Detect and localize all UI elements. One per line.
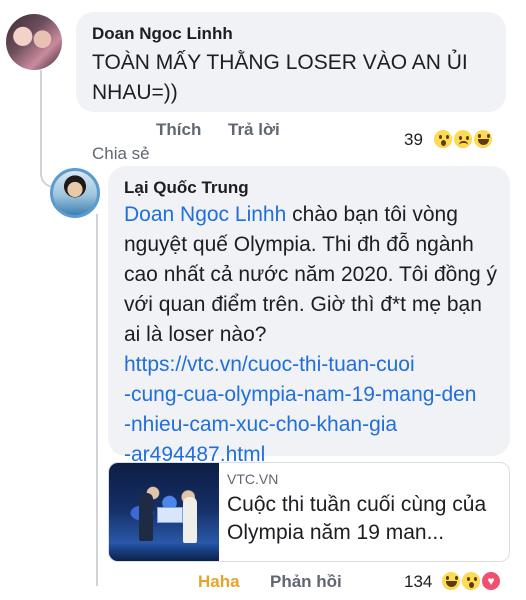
reply-button[interactable]: Phản hồi <box>270 572 342 592</box>
url-link-line-3[interactable]: -nhieu-cam-xuc-cho-khan-gia <box>124 410 504 440</box>
reaction-count[interactable]: 134 <box>404 572 432 592</box>
reply-button[interactable]: Trả lời <box>228 120 280 140</box>
preview-thumbnail <box>109 463 219 561</box>
url-link-line-2[interactable]: -cung-cua-olympia-nam-19-mang-den <box>124 380 504 410</box>
preview-source: VTC.VN <box>227 471 279 487</box>
haha-icon <box>440 570 462 592</box>
sad-icon <box>452 128 474 150</box>
reply-author[interactable]: Lại Quốc Trung <box>124 178 249 198</box>
wow-icon <box>432 128 454 150</box>
link-preview-card[interactable]: VTC.VN Cuộc thi tuần cuối cùng của Olymp… <box>108 462 510 562</box>
mention-link[interactable]: Doan Ngoc Linhh <box>124 203 286 226</box>
wow-icon <box>460 570 482 592</box>
comment-bubble: Doan Ngoc Linhh TOÀN MẤY THẰNG LOSER VÀO… <box>76 12 506 112</box>
comment-author[interactable]: Doan Ngoc Linhh <box>92 24 233 44</box>
url-link-line-1[interactable]: https://vtc.vn/cuoc-thi-tuan-cuoi <box>124 350 504 380</box>
haha-reaction-button[interactable]: Haha <box>198 572 240 592</box>
like-button[interactable]: Thích <box>156 120 201 140</box>
love-icon: ♥ <box>480 570 502 592</box>
avatar-lai-quoc-trung[interactable] <box>50 168 100 218</box>
haha-icon <box>472 128 494 150</box>
reply-bubble: Lại Quốc Trung Doan Ngoc Linhh chào bạn … <box>108 166 510 466</box>
preview-title: Cuộc thi tuần cuối cùng của Olympia năm … <box>227 493 487 544</box>
comment-text: TOÀN MẤY THẰNG LOSER VÀO AN ỦI NHAU=)) <box>92 51 468 104</box>
avatar-doan-ngoc-linhh[interactable] <box>6 14 62 70</box>
reaction-count[interactable]: 39 <box>404 130 423 150</box>
thread-line <box>40 70 42 148</box>
reply-text: Doan Ngoc Linhh chào bạn tôi vòng nguyệt… <box>124 200 504 470</box>
share-button[interactable]: Chia sẻ <box>92 144 150 164</box>
reply-thread-line <box>96 214 98 586</box>
